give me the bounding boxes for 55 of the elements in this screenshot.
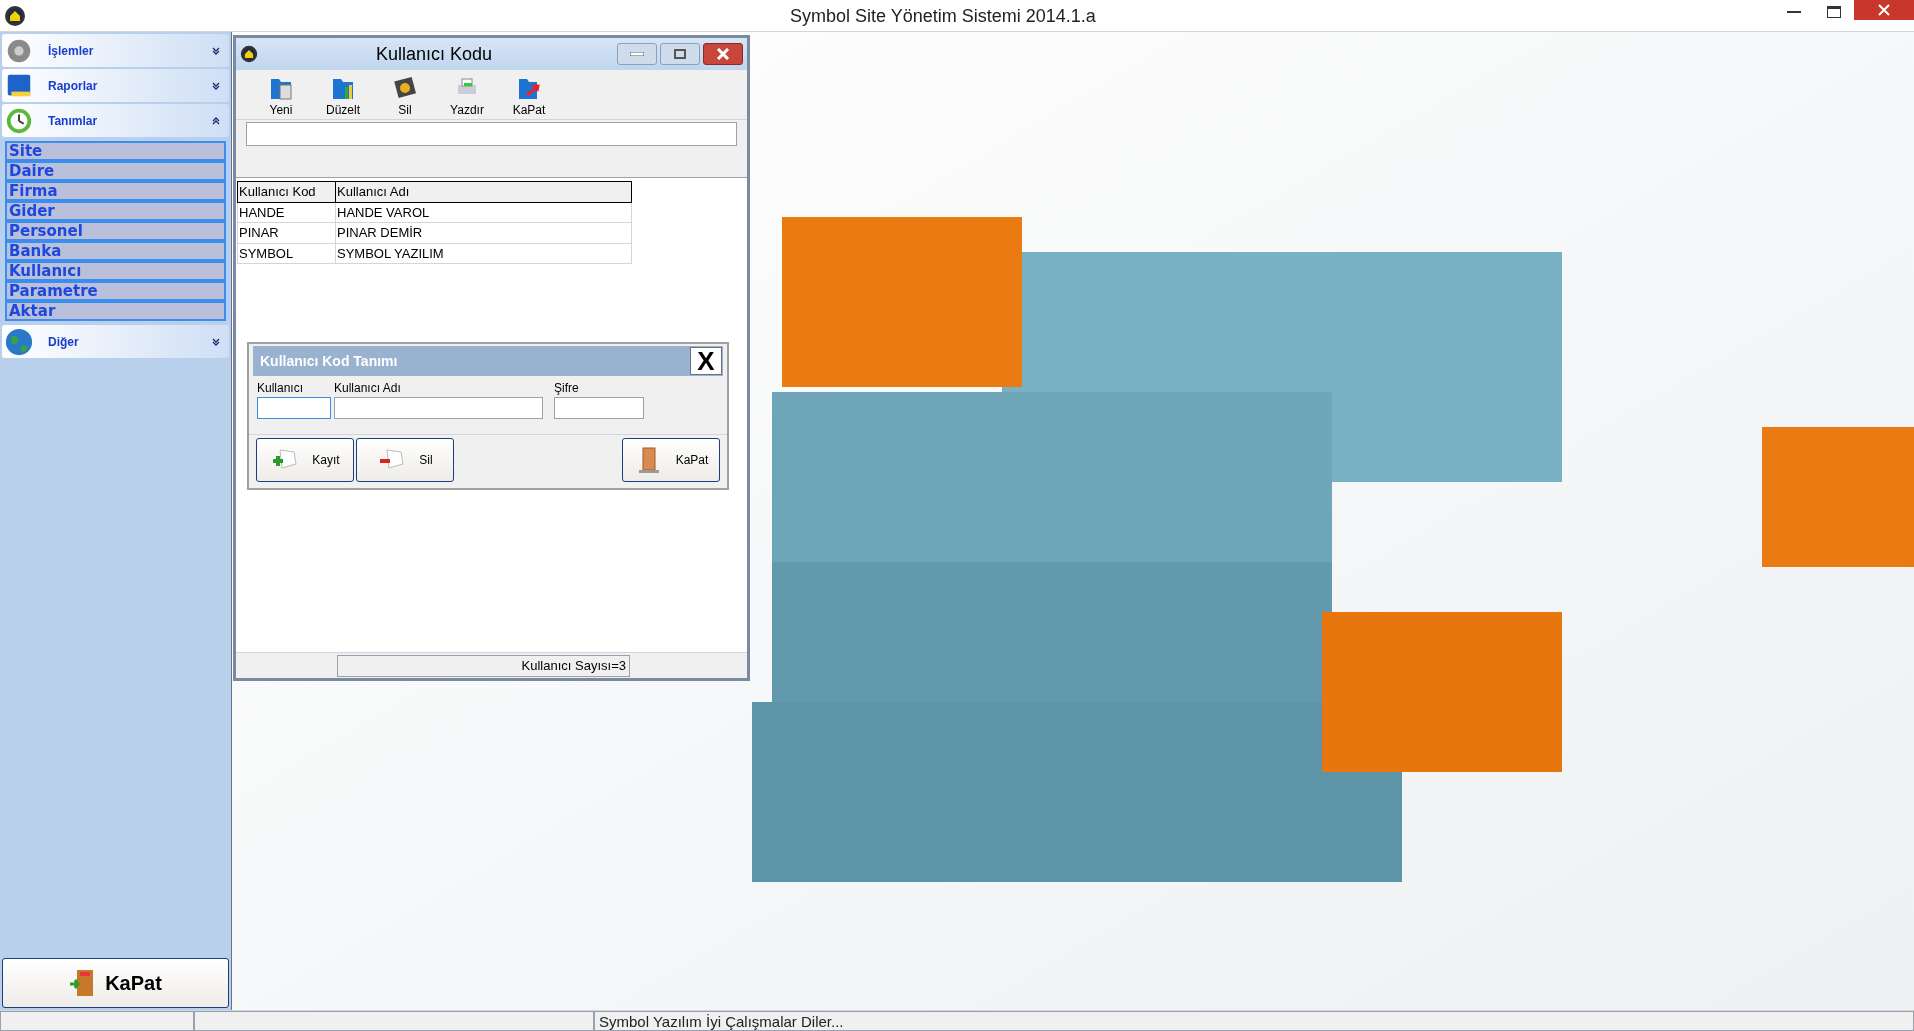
sidebar-group-header[interactable]: Tanımlar (2, 104, 229, 137)
sidebar-group-header[interactable]: Raporlar (2, 69, 229, 102)
sidebar-item[interactable]: Firma (5, 181, 226, 201)
close-button[interactable] (703, 43, 743, 65)
sidebar-item[interactable]: Site (5, 141, 226, 161)
input-field[interactable] (554, 397, 644, 419)
dialog-title: Kullanıcı Kod Tanımı (260, 351, 398, 371)
input-field[interactable] (257, 397, 331, 419)
field-label: Şifre (554, 380, 580, 397)
exit-button[interactable]: KaPat (2, 958, 229, 1008)
child-window-title: Kullanıcı Kodu (376, 42, 493, 66)
table-cell: PINAR (237, 222, 336, 243)
sidebar-group-header[interactable]: Diğer (2, 325, 229, 358)
column-header: Kullanıcı Kod (237, 181, 336, 202)
toolbar-button[interactable]: Yazdır (436, 73, 498, 119)
table-cell: PINAR DEMİR (335, 222, 632, 243)
dialog-button[interactable]: Sil (356, 438, 454, 482)
close-button[interactable] (1854, 0, 1914, 20)
table-cell: SYMBOL YAZILIM (335, 243, 632, 264)
table-cell: SYMBOL (237, 243, 336, 264)
column-header: Kullanıcı Adı (335, 181, 632, 202)
dialog-button[interactable]: KaPat (622, 438, 720, 482)
sidebar-item[interactable]: Daire (5, 161, 226, 181)
maximize-icon (674, 49, 686, 59)
close-icon (716, 48, 730, 60)
toolbar-button[interactable]: Sil (374, 73, 436, 119)
close-icon (1878, 4, 1890, 16)
sidebar-item[interactable]: Personel (5, 221, 226, 241)
minimize-icon (630, 52, 644, 56)
app-logo-icon (240, 45, 258, 63)
toolbar-button[interactable]: Düzelt (312, 73, 374, 119)
record-count: Kullanıcı Sayısı=3 (337, 654, 630, 677)
sidebar-item[interactable]: Kullanıcı (5, 261, 226, 281)
toolbar-button[interactable]: KaPat (498, 73, 560, 119)
field-label: Kullanıcı Adı (334, 380, 402, 397)
table-cell: HANDE VAROL (335, 202, 632, 223)
maximize-icon (1827, 6, 1841, 18)
minimize-icon (1787, 11, 1801, 13)
window-title: Symbol Site Yönetim Sistemi 2014.1.a (790, 5, 1096, 28)
table-cell: HANDE (237, 202, 336, 223)
maximize-button[interactable] (660, 43, 700, 65)
sidebar-group-header[interactable]: İşlemler (2, 34, 229, 67)
sidebar-item[interactable]: Aktar (5, 301, 226, 321)
dialog-button[interactable]: Kayıt (256, 438, 354, 482)
close-button[interactable]: X (690, 347, 722, 375)
field-label: Kullanıcı (257, 380, 305, 397)
toolbar-button[interactable]: Yeni (250, 73, 312, 119)
sidebar-item[interactable]: Gider (5, 201, 226, 221)
status-text: Symbol Yazılım İyi Çalışmalar Diler... (594, 1011, 1914, 1031)
app-logo-icon (4, 4, 26, 27)
input-field[interactable] (334, 397, 543, 419)
sidebar-item[interactable]: Banka (5, 241, 226, 261)
search-field[interactable] (246, 122, 737, 146)
sidebar-item[interactable]: Parametre (5, 281, 226, 301)
globe-icon (4, 326, 34, 357)
